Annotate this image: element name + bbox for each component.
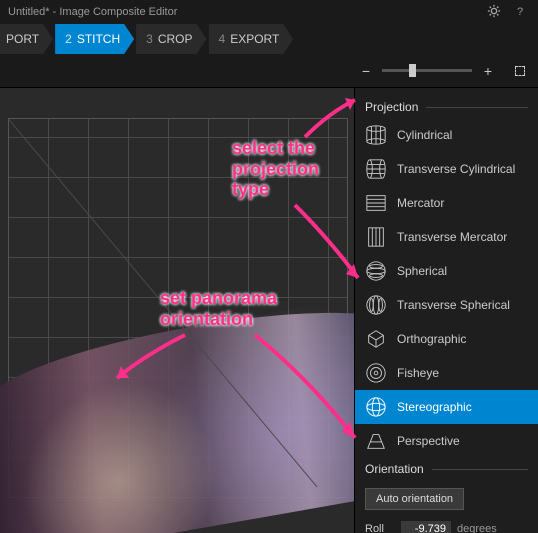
mercator-icon xyxy=(365,192,387,214)
projection-label: Cylindrical xyxy=(397,128,452,142)
projection-label: Mercator xyxy=(397,196,444,210)
zoom-out-button[interactable]: − xyxy=(358,63,374,79)
roll-value[interactable]: -9.739 xyxy=(401,521,451,533)
tab-stitch[interactable]: 2 STITCH xyxy=(55,24,134,54)
projection-mercator[interactable]: Mercator xyxy=(355,186,538,220)
projection-section-header: Projection xyxy=(355,96,538,118)
step-tabs: PORT 2 STITCH 3 CROP 4 EXPORT xyxy=(0,24,538,54)
projection-label: Stereographic xyxy=(397,400,472,414)
tab-crop[interactable]: 3 CROP xyxy=(136,24,206,54)
transverse-mercator-icon xyxy=(365,226,387,248)
orientation-roll-row: Roll -9.739 degrees xyxy=(355,518,538,533)
projection-label: Transverse Mercator xyxy=(397,230,507,244)
tab-label: CROP xyxy=(158,32,193,46)
projection-label: Orthographic xyxy=(397,332,466,346)
projection-orthographic[interactable]: Orthographic xyxy=(355,322,538,356)
tab-num: 2 xyxy=(65,32,72,46)
roll-unit: degrees xyxy=(457,523,497,533)
projection-label: Spherical xyxy=(397,264,447,278)
projection-transverse-spherical[interactable]: Transverse Spherical xyxy=(355,288,538,322)
projection-label: Perspective xyxy=(397,434,460,448)
fit-to-screen-button[interactable] xyxy=(512,63,528,79)
zoom-slider[interactable] xyxy=(382,69,472,72)
cylindrical-icon xyxy=(365,124,387,146)
tab-num: 3 xyxy=(146,32,153,46)
help-icon[interactable]: ? xyxy=(510,6,530,18)
projection-grid[interactable] xyxy=(8,118,348,498)
panorama-preview[interactable] xyxy=(0,291,354,533)
canvas-area[interactable] xyxy=(0,88,354,533)
side-panel: Projection Cylindrical Transverse Cylind… xyxy=(354,88,538,533)
title-bar: Untitled* - Image Composite Editor ? xyxy=(0,0,538,24)
auto-orientation-button[interactable]: Auto orientation xyxy=(365,488,464,510)
projection-list: Cylindrical Transverse Cylindrical Merca… xyxy=(355,118,538,458)
spherical-icon xyxy=(365,260,387,282)
window-title: Untitled* - Image Composite Editor xyxy=(8,6,478,18)
projection-label: Transverse Cylindrical xyxy=(397,162,515,176)
zoom-toolbar: − + xyxy=(0,54,538,88)
divider xyxy=(426,107,528,108)
orthographic-icon xyxy=(365,328,387,350)
projection-stereographic[interactable]: Stereographic xyxy=(355,390,538,424)
projection-label: Fisheye xyxy=(397,366,439,380)
perspective-icon xyxy=(365,430,387,452)
fisheye-icon xyxy=(365,362,387,384)
tab-num: 4 xyxy=(219,32,226,46)
gear-icon[interactable] xyxy=(484,4,504,21)
transverse-spherical-icon xyxy=(365,294,387,316)
projection-fisheye[interactable]: Fisheye xyxy=(355,356,538,390)
stereographic-icon xyxy=(365,396,387,418)
roll-label: Roll xyxy=(365,523,395,533)
tab-label: PORT xyxy=(6,32,39,46)
projection-spherical[interactable]: Spherical xyxy=(355,254,538,288)
transverse-cylindrical-icon xyxy=(365,158,387,180)
zoom-in-button[interactable]: + xyxy=(480,63,496,79)
tab-label: EXPORT xyxy=(230,32,279,46)
orientation-header-label: Orientation xyxy=(365,462,424,476)
tab-import[interactable]: PORT xyxy=(0,24,53,54)
projection-header-label: Projection xyxy=(365,100,418,114)
divider xyxy=(432,469,528,470)
projection-perspective[interactable]: Perspective xyxy=(355,424,538,458)
projection-transverse-cylindrical[interactable]: Transverse Cylindrical xyxy=(355,152,538,186)
tab-label: STITCH xyxy=(77,32,120,46)
zoom-slider-thumb[interactable] xyxy=(409,64,416,77)
projection-label: Transverse Spherical xyxy=(397,298,510,312)
orientation-section-header: Orientation xyxy=(355,458,538,480)
projection-cylindrical[interactable]: Cylindrical xyxy=(355,118,538,152)
tab-export[interactable]: 4 EXPORT xyxy=(209,24,294,54)
projection-transverse-mercator[interactable]: Transverse Mercator xyxy=(355,220,538,254)
